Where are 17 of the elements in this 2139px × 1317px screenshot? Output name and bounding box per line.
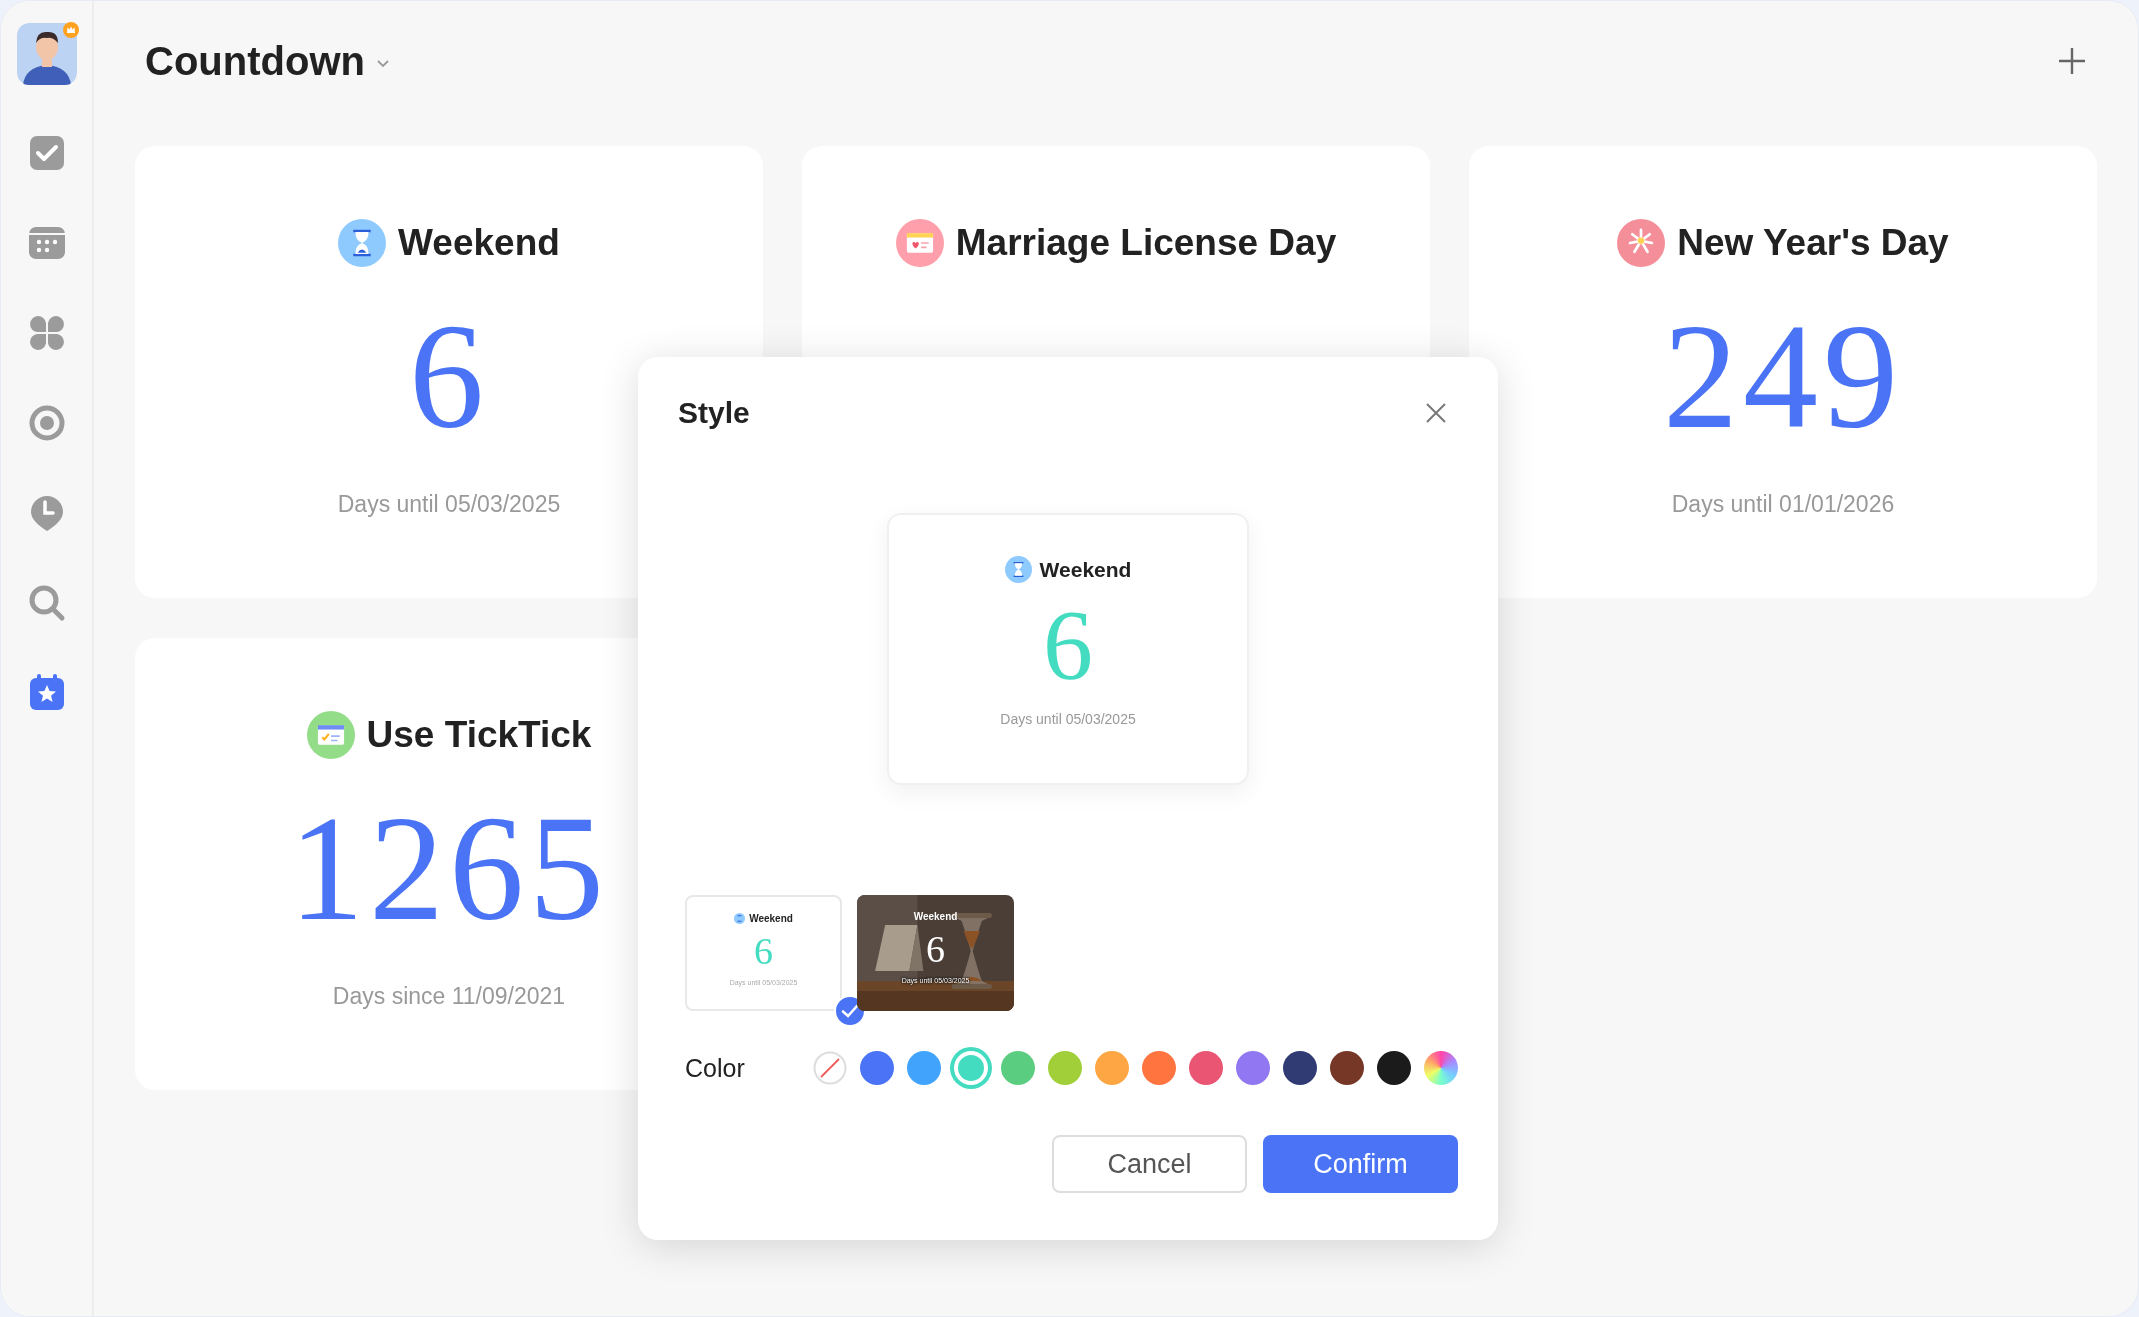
- preview-count: 6: [1043, 595, 1093, 695]
- card-title: New Year's Day: [1677, 222, 1949, 264]
- thumbnail-count: 6: [926, 929, 945, 969]
- card-title: Use TickTick: [366, 714, 592, 756]
- day-count: 6: [409, 301, 489, 451]
- thumbnail-title: Weekend: [913, 910, 958, 922]
- day-count: 249: [1663, 301, 1903, 451]
- day-count: 1265: [289, 793, 609, 943]
- preview-subtitle: Days until 05/03/2025: [1000, 711, 1136, 727]
- preview-title: Weekend: [1039, 557, 1132, 582]
- card-title: Weekend: [398, 222, 560, 264]
- card-subtitle: Days until 01/01/2026: [1671, 490, 1895, 519]
- card-subtitle: Days until 05/03/2025: [337, 490, 561, 519]
- color-label: Color: [685, 1053, 746, 1083]
- dialog-title: Style: [678, 396, 750, 430]
- card-title: Marriage License Day: [955, 222, 1337, 264]
- card-subtitle: Days since 11/09/2021: [332, 982, 566, 1011]
